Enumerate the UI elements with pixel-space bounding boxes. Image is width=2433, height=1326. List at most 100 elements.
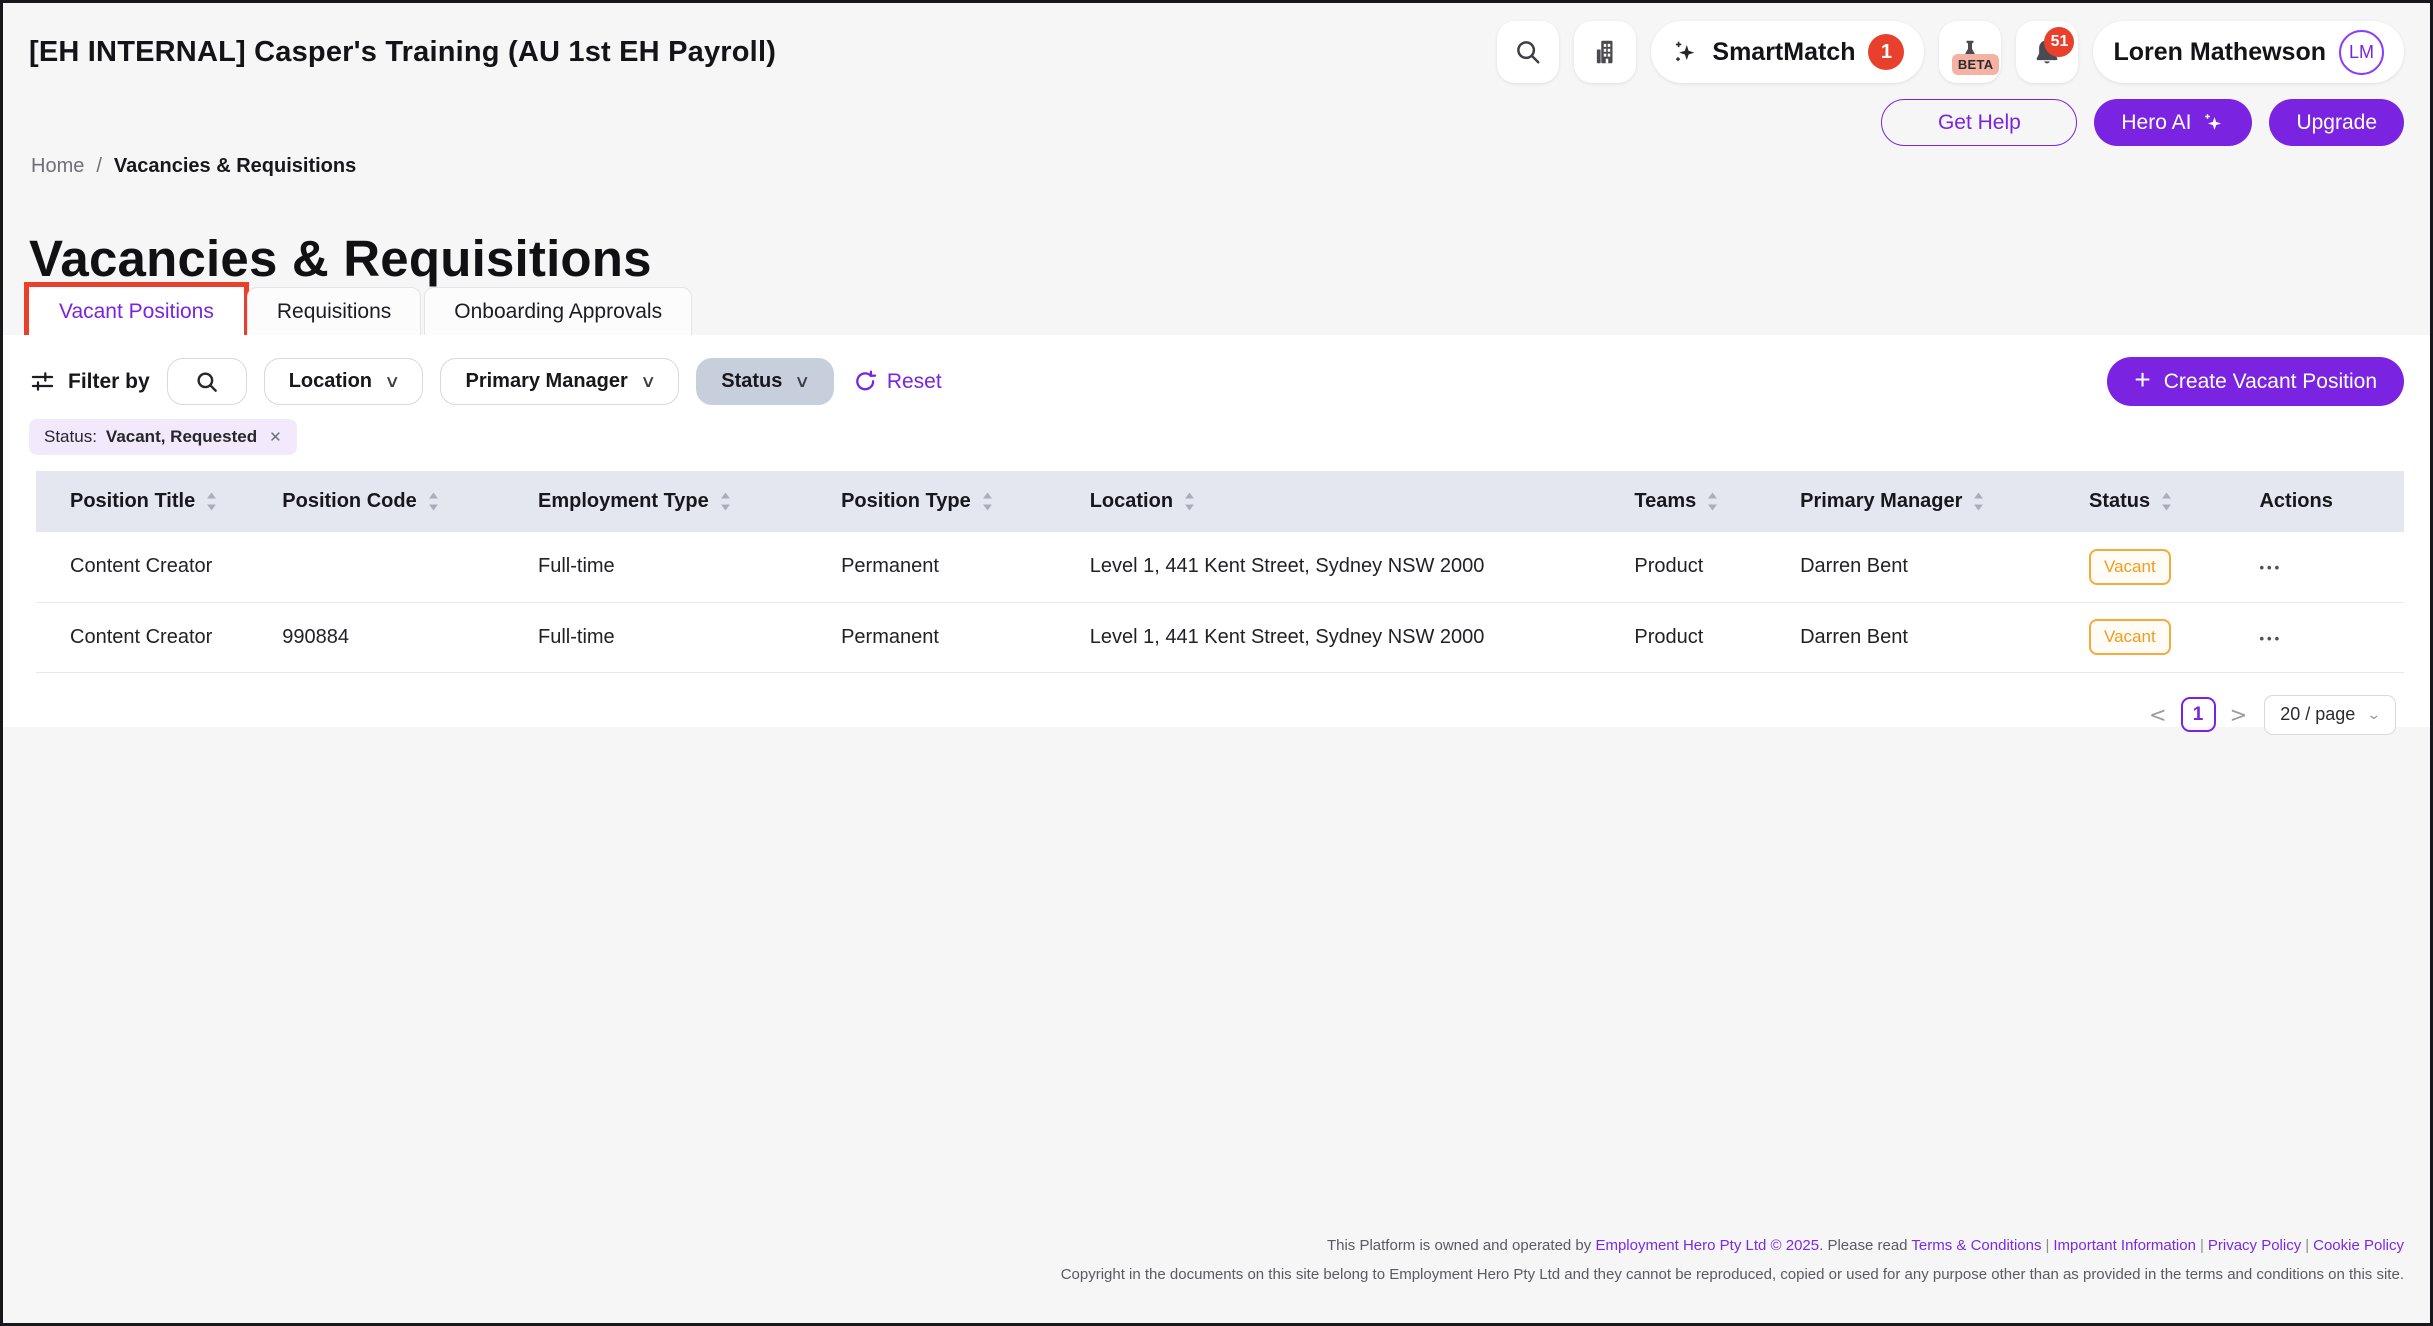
table-row[interactable]: Content Creator 990884 Full-time Permane… bbox=[36, 602, 2404, 672]
footer-text: This Platform is owned and operated by bbox=[1327, 1237, 1595, 1254]
status-filter-chip[interactable]: Status: Vacant, Requested ✕ bbox=[29, 419, 297, 455]
chevron-down-icon: ∨ bbox=[794, 372, 810, 392]
table-search-button[interactable] bbox=[167, 358, 247, 405]
plus-icon: + bbox=[2134, 366, 2150, 394]
sort-icon[interactable] bbox=[1706, 491, 1719, 512]
footer: This Platform is owned and operated by E… bbox=[1061, 1231, 2404, 1290]
link-separator: | bbox=[2305, 1237, 2309, 1254]
page-number-button[interactable]: 1 bbox=[2181, 697, 2216, 732]
cell-location: Level 1, 441 Kent Street, Sydney NSW 200… bbox=[1090, 602, 1635, 672]
column-header-teams[interactable]: Teams bbox=[1634, 471, 1800, 532]
next-page-button[interactable]: > bbox=[2230, 703, 2248, 727]
sort-icon[interactable] bbox=[2160, 491, 2173, 512]
upgrade-button[interactable]: Upgrade bbox=[2269, 99, 2404, 146]
page-title: Vacancies & Requisitions bbox=[29, 229, 652, 288]
quick-actions: Get Help Hero AI Upgrade bbox=[1881, 99, 2404, 146]
cookie-policy-link[interactable]: Cookie Policy bbox=[2313, 1237, 2404, 1254]
user-menu-button[interactable]: Loren Mathewson LM bbox=[2093, 21, 2404, 83]
sort-icon[interactable] bbox=[981, 491, 994, 512]
column-header-position-code[interactable]: Position Code bbox=[282, 471, 538, 532]
sort-icon[interactable] bbox=[205, 491, 218, 512]
cell-position-title: Content Creator bbox=[36, 532, 282, 602]
reset-label: Reset bbox=[887, 370, 942, 394]
column-header-primary-manager[interactable]: Primary Manager bbox=[1800, 471, 2089, 532]
column-label: Location bbox=[1090, 490, 1173, 513]
cell-actions: ••• bbox=[2259, 532, 2404, 602]
privacy-policy-link[interactable]: Privacy Policy bbox=[2208, 1237, 2301, 1254]
beta-labs-button[interactable]: BETA bbox=[1939, 21, 2001, 83]
chip-value: Vacant, Requested bbox=[106, 427, 257, 447]
table-row[interactable]: Content Creator Full-time Permanent Leve… bbox=[36, 532, 2404, 602]
page-size-value: 20 / page bbox=[2280, 704, 2355, 725]
sort-icon[interactable] bbox=[427, 491, 440, 512]
notification-count-badge: 51 bbox=[2044, 27, 2074, 57]
status-filter-dropdown[interactable]: Status ∨ bbox=[696, 358, 834, 405]
close-icon[interactable]: ✕ bbox=[269, 428, 282, 446]
previous-page-button[interactable]: < bbox=[2149, 703, 2167, 727]
reset-icon bbox=[853, 369, 878, 394]
breadcrumb-home-link[interactable]: Home bbox=[31, 155, 84, 178]
smartmatch-button[interactable]: SmartMatch 1 bbox=[1651, 21, 1924, 83]
pagination: < 1 > 20 / page ⌄ bbox=[3, 673, 2430, 735]
primary-manager-filter-label: Primary Manager bbox=[465, 370, 627, 393]
organisation-switcher-button[interactable] bbox=[1574, 21, 1636, 83]
row-actions-menu-button[interactable]: ••• bbox=[2259, 631, 2282, 646]
cell-position-code bbox=[282, 532, 538, 602]
smartmatch-label: SmartMatch bbox=[1712, 38, 1855, 67]
sort-icon[interactable] bbox=[1183, 491, 1196, 512]
filter-by: Filter by bbox=[29, 368, 150, 395]
active-filters-row: Status: Vacant, Requested ✕ bbox=[3, 406, 2430, 455]
sparkle-icon bbox=[2201, 111, 2225, 135]
column-header-position-title[interactable]: Position Title bbox=[36, 471, 282, 532]
primary-manager-filter-dropdown[interactable]: Primary Manager ∨ bbox=[440, 358, 679, 405]
location-filter-dropdown[interactable]: Location ∨ bbox=[264, 358, 424, 405]
create-vacant-position-button[interactable]: + Create Vacant Position bbox=[2107, 357, 2404, 406]
column-header-employment-type[interactable]: Employment Type bbox=[538, 471, 841, 532]
terms-conditions-link[interactable]: Terms & Conditions bbox=[1911, 1237, 2041, 1254]
link-separator: | bbox=[2200, 1237, 2204, 1254]
cell-teams: Product bbox=[1634, 602, 1800, 672]
cell-status: Vacant bbox=[2089, 602, 2259, 672]
tab-onboarding-approvals[interactable]: Onboarding Approvals bbox=[424, 287, 692, 336]
get-help-button[interactable]: Get Help bbox=[1881, 99, 2077, 146]
tab-label: Requisitions bbox=[277, 300, 391, 324]
hero-ai-button[interactable]: Hero AI bbox=[2094, 99, 2252, 146]
location-filter-label: Location bbox=[289, 370, 372, 393]
column-header-status[interactable]: Status bbox=[2089, 471, 2259, 532]
cell-actions: ••• bbox=[2259, 602, 2404, 672]
important-information-link[interactable]: Important Information bbox=[2053, 1237, 2196, 1254]
row-actions-menu-button[interactable]: ••• bbox=[2259, 560, 2282, 575]
cell-position-title: Content Creator bbox=[36, 602, 282, 672]
cell-status: Vacant bbox=[2089, 532, 2259, 602]
column-header-position-type[interactable]: Position Type bbox=[841, 471, 1090, 532]
upgrade-label: Upgrade bbox=[2296, 111, 2377, 135]
breadcrumb-current: Vacancies & Requisitions bbox=[114, 155, 356, 178]
tab-label: Vacant Positions bbox=[59, 300, 214, 324]
footer-line-2: Copyright in the documents on this site … bbox=[1061, 1260, 2404, 1289]
cell-position-type: Permanent bbox=[841, 532, 1090, 602]
column-header-location[interactable]: Location bbox=[1090, 471, 1635, 532]
cell-primary-manager: Darren Bent bbox=[1800, 532, 2089, 602]
chevron-down-icon: ∨ bbox=[640, 372, 656, 392]
top-bar-actions: SmartMatch 1 BETA 51 Loren Mathewson LM bbox=[1497, 21, 2404, 83]
sort-icon[interactable] bbox=[1972, 491, 1985, 512]
chip-prefix: Status: bbox=[44, 427, 97, 447]
sort-icon[interactable] bbox=[719, 491, 732, 512]
search-icon bbox=[194, 369, 220, 395]
reset-filters-button[interactable]: Reset bbox=[853, 369, 942, 394]
page-size-select[interactable]: 20 / page ⌄ bbox=[2264, 695, 2396, 735]
avatar: LM bbox=[2339, 30, 2384, 75]
notifications-button[interactable]: 51 bbox=[2016, 21, 2078, 83]
tab-vacant-positions[interactable]: Vacant Positions bbox=[29, 287, 244, 336]
filter-by-label: Filter by bbox=[68, 370, 150, 394]
link-separator: | bbox=[2045, 1237, 2049, 1254]
cell-location: Level 1, 441 Kent Street, Sydney NSW 200… bbox=[1090, 532, 1635, 602]
global-search-button[interactable] bbox=[1497, 21, 1559, 83]
column-label: Primary Manager bbox=[1800, 490, 1962, 513]
tab-requisitions[interactable]: Requisitions bbox=[247, 287, 421, 336]
employment-hero-link[interactable]: Employment Hero Pty Ltd © 2025 bbox=[1595, 1237, 1819, 1254]
chevron-down-icon: ⌄ bbox=[2367, 706, 2382, 723]
vacant-positions-table: Position Title Position Code Employment … bbox=[36, 471, 2404, 673]
cell-teams: Product bbox=[1634, 532, 1800, 602]
column-label: Actions bbox=[2259, 490, 2332, 513]
